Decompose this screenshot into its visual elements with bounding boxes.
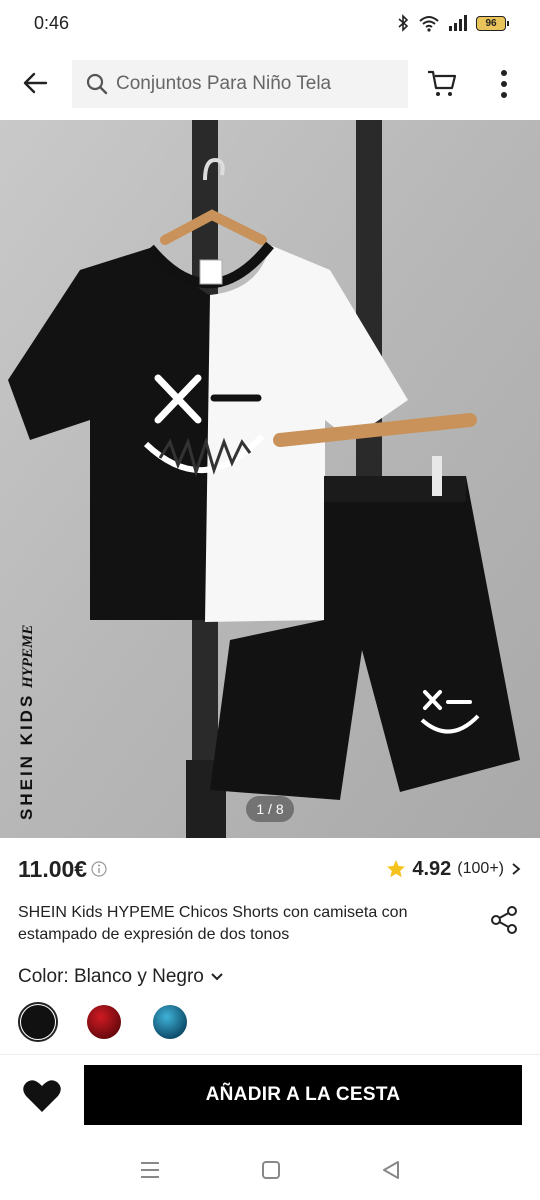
wifi-icon <box>419 16 439 32</box>
review-count: (100+) <box>457 860 504 877</box>
top-bar <box>0 46 540 120</box>
chevron-right-icon <box>512 863 521 875</box>
info-icon[interactable] <box>91 861 107 877</box>
more-options-button[interactable] <box>486 62 522 106</box>
swatch-blue[interactable] <box>150 1002 190 1042</box>
image-counter: 1 / 8 <box>246 796 294 822</box>
signal-icon <box>449 15 467 31</box>
bottom-action-bar: AÑADIR A LA CESTA <box>0 1064 540 1126</box>
color-selector[interactable]: Color: Blanco y Negro <box>18 966 224 988</box>
swatch-color <box>21 1005 55 1039</box>
price-group: 11.00€ <box>18 856 107 883</box>
share-icon <box>491 906 517 934</box>
arrow-left-icon <box>23 72 48 94</box>
search-bar[interactable] <box>72 60 408 108</box>
cart-button[interactable] <box>420 62 464 106</box>
add-to-cart-button[interactable]: AÑADIR A LA CESTA <box>84 1065 522 1125</box>
price-row: 11.00€ 4.92 (100+) <box>18 852 522 886</box>
color-swatches <box>18 1002 190 1042</box>
status-icons: 96 <box>396 14 509 32</box>
star-icon <box>387 860 406 878</box>
product-title: SHEIN Kids HYPEME Chicos Shorts con cami… <box>18 904 408 943</box>
divider <box>0 1054 540 1055</box>
share-button[interactable] <box>486 902 522 938</box>
system-nav-bar <box>0 1140 540 1200</box>
status-bar: 0:46 96 <box>0 0 540 46</box>
status-time: 0:46 <box>34 12 70 33</box>
product-image-gallery[interactable]: SHEIN KIDS HYPEME <box>0 120 540 838</box>
swatch-red[interactable] <box>84 1002 124 1042</box>
swatch-black-white[interactable] <box>18 1002 58 1042</box>
cart-icon <box>428 70 457 96</box>
more-vertical-icon <box>501 70 507 98</box>
title-row: SHEIN Kids HYPEME Chicos Shorts con cami… <box>18 902 522 946</box>
search-icon <box>86 73 108 95</box>
home-icon[interactable] <box>261 1160 281 1180</box>
brand-watermark: SHEIN KIDS <box>17 693 36 820</box>
back-triangle-icon[interactable] <box>381 1160 401 1180</box>
search-input[interactable] <box>116 73 396 95</box>
price: 11.00€ <box>18 855 88 882</box>
back-button[interactable] <box>0 46 70 120</box>
brand-script: HYPEME <box>20 625 36 689</box>
rating-score: 4.92 <box>412 857 452 880</box>
swatch-color <box>153 1005 187 1039</box>
menu-icon[interactable] <box>139 1160 161 1180</box>
heart-icon <box>23 1080 61 1112</box>
wishlist-button[interactable] <box>18 1072 66 1120</box>
battery-icon: 96 <box>476 15 509 31</box>
bluetooth-icon <box>398 14 409 32</box>
chevron-down-icon <box>211 973 223 981</box>
rating-summary[interactable]: 4.92 (100+) <box>386 858 522 881</box>
color-label: Color: Blanco y Negro <box>18 966 204 987</box>
product-photo: SHEIN KIDS HYPEME <box>0 120 540 838</box>
swatch-color <box>87 1005 121 1039</box>
